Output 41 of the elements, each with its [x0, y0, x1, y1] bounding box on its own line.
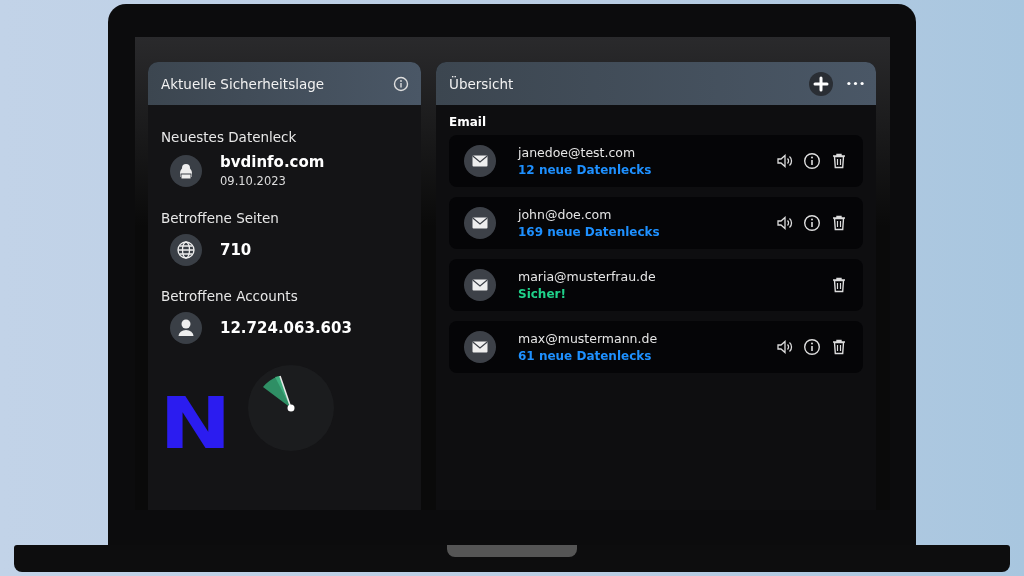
info-icon[interactable] — [803, 214, 821, 232]
speaker-icon[interactable] — [776, 214, 794, 232]
trash-icon[interactable] — [830, 214, 848, 232]
email-row[interactable]: janedoe@test.com 12 neue Datenlecks — [449, 135, 863, 187]
breach-status: 169 neue Datenlecks — [518, 225, 660, 239]
email-address: maria@musterfrau.de — [518, 269, 656, 284]
mail-icon — [464, 145, 496, 177]
trash-icon[interactable] — [830, 338, 848, 356]
globe-icon — [170, 234, 202, 266]
info-icon[interactable] — [803, 338, 821, 356]
stat-value: 710 — [220, 241, 252, 259]
stat-label: Neuestes Datenleck — [161, 129, 298, 145]
user-icon — [170, 312, 202, 344]
email-address: janedoe@test.com — [518, 145, 637, 160]
breach-date: 09.10.2023 — [220, 174, 287, 188]
panel-title: Aktuelle Sicherheitslage — [161, 75, 325, 92]
panel-title: Übersicht — [449, 75, 514, 92]
email-row[interactable]: maria@musterfrau.de Sicher! — [449, 259, 863, 311]
breach-status: Sicher! — [518, 287, 567, 301]
more-icon[interactable] — [847, 81, 864, 86]
add-icon[interactable] — [809, 71, 833, 96]
email-row[interactable]: max@mustermann.de 61 neue Datenlecks — [449, 321, 863, 373]
mail-icon — [464, 331, 496, 363]
info-icon[interactable] — [803, 152, 821, 170]
email-address: max@mustermann.de — [518, 331, 658, 346]
email-address: john@doe.com — [518, 207, 613, 222]
breach-status: 12 neue Datenlecks — [518, 163, 652, 177]
logo: N — [159, 395, 229, 451]
trash-icon[interactable] — [830, 152, 848, 170]
mail-icon — [464, 269, 496, 301]
stat-value: 12.724.063.603 — [220, 319, 352, 337]
section-heading: Email — [449, 115, 488, 129]
trash-icon[interactable] — [830, 276, 848, 294]
breach-status: 61 neue Datenlecks — [518, 349, 653, 363]
speaker-icon[interactable] — [776, 338, 794, 356]
breach-site: bvdinfo.com — [220, 153, 325, 171]
email-row[interactable]: john@doe.com 169 neue Datenlecks — [449, 197, 863, 249]
mail-icon — [464, 207, 496, 239]
stat-label: Betroffene Accounts — [161, 288, 299, 304]
speaker-icon[interactable] — [776, 152, 794, 170]
stat-label: Betroffene Seiten — [161, 210, 280, 226]
